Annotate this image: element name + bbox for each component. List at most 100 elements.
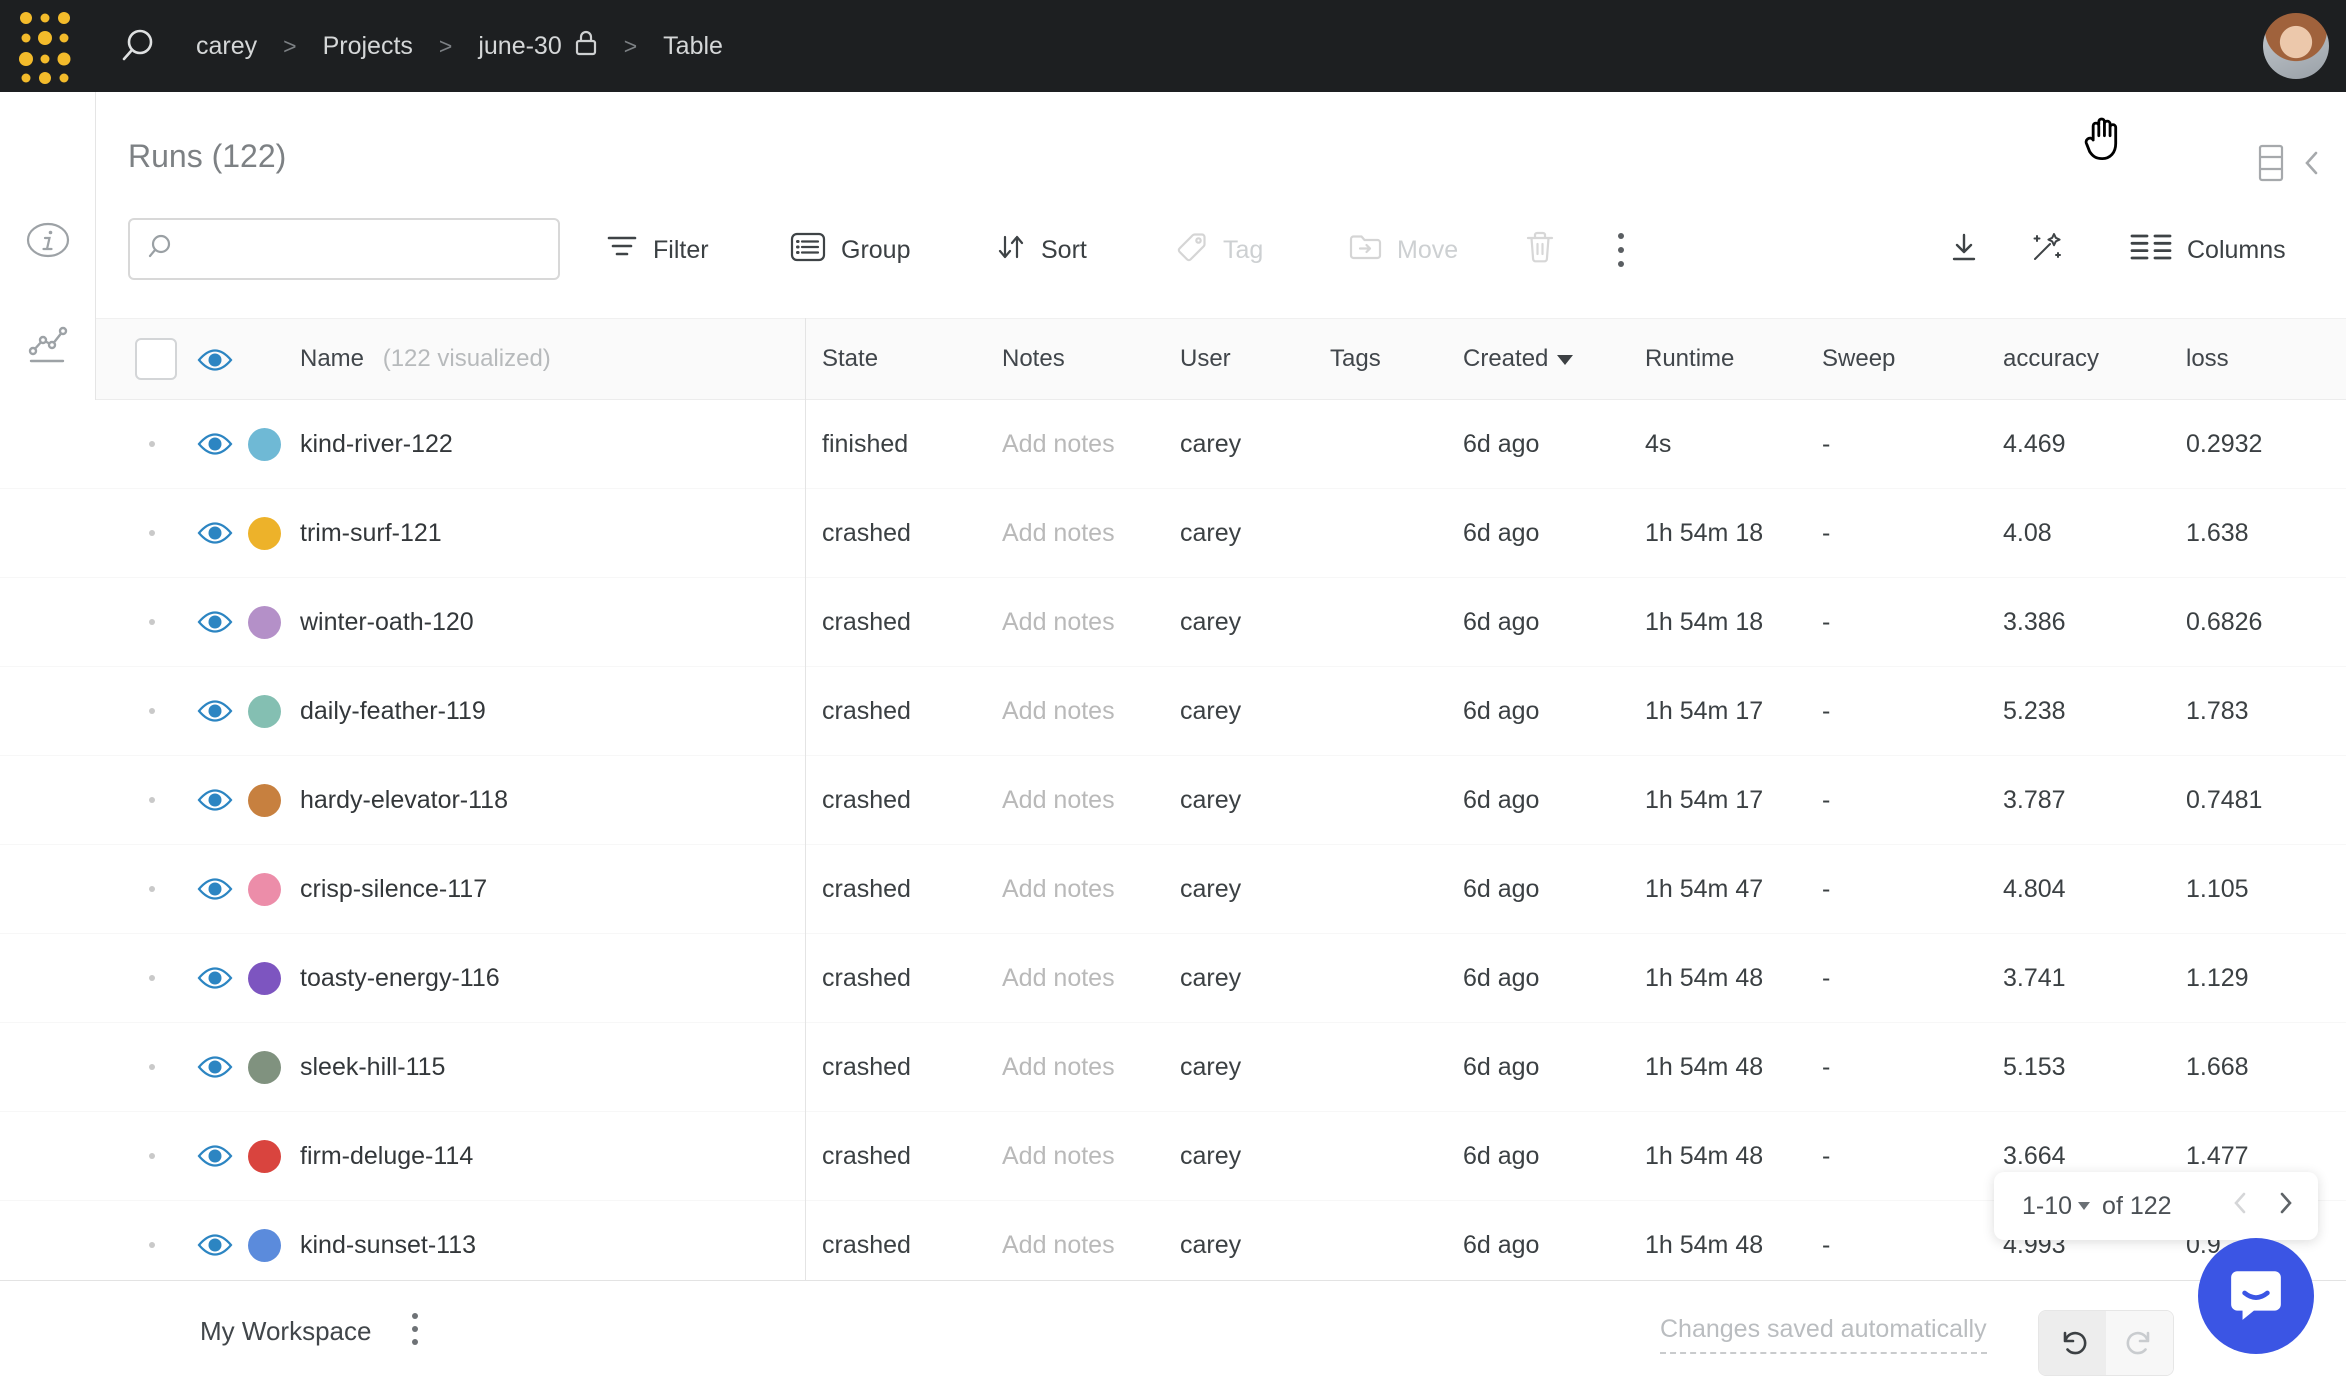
add-notes-placeholder[interactable]: Add notes xyxy=(1002,756,1115,844)
export-button[interactable] xyxy=(1948,222,1980,278)
table-row[interactable]: daily-feather-119crashedAdd notescarey6d… xyxy=(0,667,2346,756)
search-input[interactable] xyxy=(184,234,558,264)
run-name-link[interactable]: trim-surf-121 xyxy=(300,489,442,577)
run-color-dot[interactable] xyxy=(248,1140,281,1173)
visibility-eye-icon[interactable] xyxy=(196,786,234,814)
add-notes-placeholder[interactable]: Add notes xyxy=(1002,845,1115,933)
select-all-checkbox[interactable] xyxy=(135,338,177,380)
undo-button[interactable] xyxy=(2039,1311,2106,1375)
add-notes-placeholder[interactable]: Add notes xyxy=(1002,400,1115,488)
table-row[interactable]: sleek-hill-115crashedAdd notescarey6d ag… xyxy=(0,1023,2346,1112)
delete-button[interactable] xyxy=(1524,222,1556,278)
column-header-runtime[interactable]: Runtime xyxy=(1645,319,1734,401)
breadcrumb-project[interactable]: june-30 xyxy=(478,32,561,61)
column-header-accuracy[interactable]: accuracy xyxy=(2003,319,2099,401)
more-actions-button[interactable] xyxy=(1618,222,1624,278)
visibility-eye-icon[interactable] xyxy=(196,875,234,903)
drag-handle[interactable] xyxy=(149,530,155,536)
run-name-link[interactable]: kind-sunset-113 xyxy=(300,1201,476,1289)
run-name-link[interactable]: winter-oath-120 xyxy=(300,578,474,666)
add-notes-placeholder[interactable]: Add notes xyxy=(1002,667,1115,755)
user-avatar[interactable] xyxy=(2263,13,2329,79)
run-name-link[interactable]: kind-river-122 xyxy=(300,400,453,488)
move-button[interactable]: Move xyxy=(1348,222,1458,278)
column-header-sweep[interactable]: Sweep xyxy=(1822,319,1895,401)
page-range-dropdown[interactable]: 1-10 xyxy=(2022,1192,2090,1221)
magic-wand-button[interactable] xyxy=(2028,222,2064,278)
add-notes-placeholder[interactable]: Add notes xyxy=(1002,1201,1115,1289)
group-button[interactable]: Group xyxy=(790,222,910,278)
column-header-notes[interactable]: Notes xyxy=(1002,319,1065,401)
drag-handle[interactable] xyxy=(149,708,155,714)
tag-button[interactable]: Tag xyxy=(1176,222,1263,278)
add-notes-placeholder[interactable]: Add notes xyxy=(1002,1112,1115,1200)
run-name-link[interactable]: daily-feather-119 xyxy=(300,667,486,755)
drag-handle[interactable] xyxy=(149,1064,155,1070)
drag-handle[interactable] xyxy=(149,1153,155,1159)
drag-handle[interactable] xyxy=(149,797,155,803)
run-color-dot[interactable] xyxy=(248,962,281,995)
breadcrumb-projects[interactable]: Projects xyxy=(323,32,413,61)
visibility-eye-icon[interactable] xyxy=(196,430,234,458)
redo-button[interactable] xyxy=(2106,1311,2173,1375)
table-row[interactable]: kind-river-122finishedAdd notescarey6d a… xyxy=(0,400,2346,489)
drag-handle[interactable] xyxy=(149,886,155,892)
sidebar-item-overview[interactable] xyxy=(0,194,96,290)
run-color-dot[interactable] xyxy=(248,873,281,906)
workspace-name[interactable]: My Workspace xyxy=(200,1281,371,1384)
breadcrumb-entity[interactable]: carey xyxy=(196,32,257,61)
columns-button[interactable]: Columns xyxy=(2130,222,2286,278)
run-name-link[interactable]: firm-deluge-114 xyxy=(300,1112,473,1200)
add-notes-placeholder[interactable]: Add notes xyxy=(1002,578,1115,666)
visibility-eye-icon[interactable] xyxy=(196,1231,234,1259)
column-header-user[interactable]: User xyxy=(1180,319,1231,401)
add-notes-placeholder[interactable]: Add notes xyxy=(1002,934,1115,1022)
filter-button[interactable]: Filter xyxy=(606,222,709,278)
search-icon[interactable] xyxy=(118,26,158,71)
prev-page-icon[interactable] xyxy=(2230,1190,2250,1223)
run-color-dot[interactable] xyxy=(248,784,281,817)
breadcrumb-page[interactable]: Table xyxy=(663,32,723,61)
collapse-panel-icon[interactable] xyxy=(2302,150,2320,181)
drag-handle[interactable] xyxy=(149,975,155,981)
visibility-eye-icon[interactable] xyxy=(196,964,234,992)
wandb-logo-icon[interactable] xyxy=(16,9,74,90)
run-name-link[interactable]: sleek-hill-115 xyxy=(300,1023,445,1111)
add-notes-placeholder[interactable]: Add notes xyxy=(1002,1023,1115,1111)
run-color-dot[interactable] xyxy=(248,695,281,728)
column-header-state[interactable]: State xyxy=(822,319,878,401)
run-name-link[interactable]: hardy-elevator-118 xyxy=(300,756,508,844)
table-row[interactable]: hardy-elevator-118crashedAdd notescarey6… xyxy=(0,756,2346,845)
column-header-name[interactable]: Name (122 visualized) xyxy=(300,319,551,401)
run-name-link[interactable]: toasty-energy-116 xyxy=(300,934,500,1022)
run-color-dot[interactable] xyxy=(248,517,281,550)
table-row[interactable]: crisp-silence-117crashedAdd notescarey6d… xyxy=(0,845,2346,934)
add-notes-placeholder[interactable]: Add notes xyxy=(1002,489,1115,577)
visibility-eye-icon[interactable] xyxy=(196,1053,234,1081)
panel-layout-icon[interactable] xyxy=(2258,144,2284,187)
workspace-menu-icon[interactable] xyxy=(412,1313,418,1345)
run-color-dot[interactable] xyxy=(248,1051,281,1084)
column-header-tags[interactable]: Tags xyxy=(1330,319,1381,401)
visibility-eye-icon[interactable] xyxy=(196,608,234,636)
run-name-link[interactable]: crisp-silence-117 xyxy=(300,845,487,933)
drag-handle[interactable] xyxy=(149,1242,155,1248)
visibility-eye-icon[interactable] xyxy=(196,1142,234,1170)
chat-widget-button[interactable] xyxy=(2198,1238,2314,1354)
run-color-dot[interactable] xyxy=(248,1229,281,1262)
visibility-eye-icon[interactable] xyxy=(196,519,234,547)
next-page-icon[interactable] xyxy=(2276,1190,2296,1223)
run-color-dot[interactable] xyxy=(248,428,281,461)
sort-button[interactable]: Sort xyxy=(996,222,1087,278)
drag-handle[interactable] xyxy=(149,441,155,447)
table-row[interactable]: toasty-energy-116crashedAdd notescarey6d… xyxy=(0,934,2346,1023)
run-color-dot[interactable] xyxy=(248,606,281,639)
table-row[interactable]: trim-surf-121crashedAdd notescarey6d ago… xyxy=(0,489,2346,578)
sidebar-item-workspace[interactable] xyxy=(0,299,96,395)
column-header-created[interactable]: Created xyxy=(1463,319,1573,401)
visibility-eye-icon[interactable] xyxy=(196,697,234,725)
table-row[interactable]: winter-oath-120crashedAdd notescarey6d a… xyxy=(0,578,2346,667)
drag-handle[interactable] xyxy=(149,619,155,625)
column-header-loss[interactable]: loss xyxy=(2186,319,2229,401)
visibility-eye-icon[interactable] xyxy=(196,346,234,374)
